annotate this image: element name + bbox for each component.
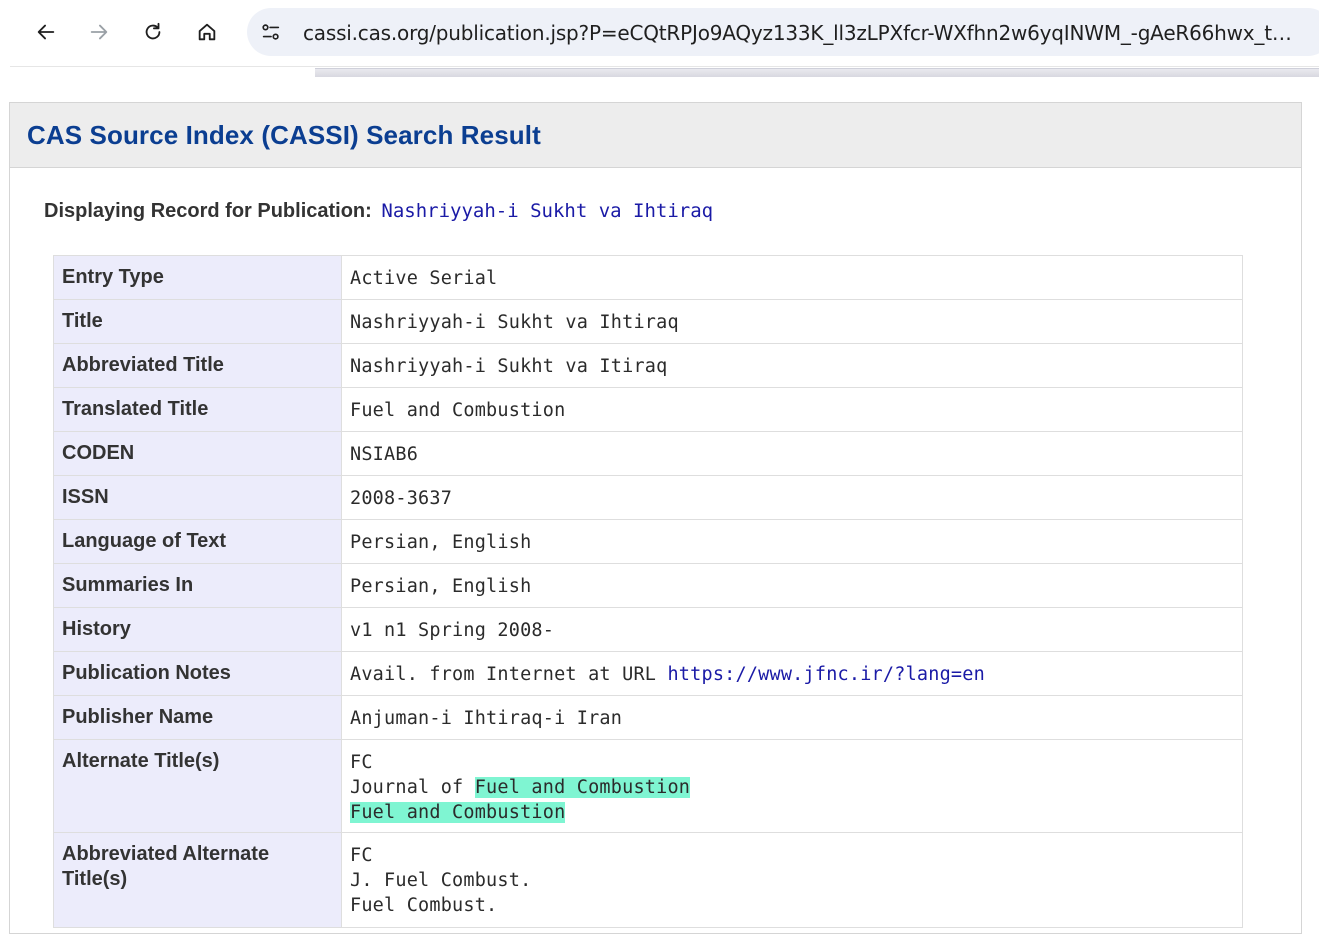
search-highlight: Fuel and Combustion [474,777,691,798]
address-bar[interactable]: cassi.cas.org/publication.jsp?P=eCQtRPJo… [247,8,1319,56]
record-table: Entry Type Active Serial Title Nashriyya… [53,255,1243,928]
field-label: Abbreviated Alternate Title(s) [53,832,342,928]
field-label: Publisher Name [53,695,342,740]
toolbar-divider [10,66,1319,67]
field-label: Translated Title [53,387,342,432]
field-label: Abbreviated Title [53,343,342,388]
alt-title-line: Journal of Fuel and Combustion [350,775,1234,800]
record-heading: Displaying Record for Publication: Nashr… [44,200,713,223]
field-value: FC J. Fuel Combust. Fuel Combust. [341,832,1243,928]
table-row: CODEN NSIAB6 [53,431,1243,476]
field-label: Publication Notes [53,651,342,696]
table-row: Alternate Title(s) FC Journal of Fuel an… [53,739,1243,833]
field-value: NSIAB6 [341,431,1243,476]
table-row: Abbreviated Alternate Title(s) FC J. Fue… [53,832,1243,928]
page-top-bar [315,68,1319,77]
url-text[interactable]: cassi.cas.org/publication.jsp?P=eCQtRPJo… [303,21,1303,45]
field-label: Language of Text [53,519,342,564]
reload-button[interactable] [135,14,171,50]
abbr-alt-title-line: Fuel Combust. [350,895,498,916]
field-value: Nashriyyah-i Sukht va Itiraq [341,343,1243,388]
table-row: Publisher Name Anjuman-i Ihtiraq-i Iran [53,695,1243,740]
reload-icon [145,22,161,40]
field-value: Active Serial [341,255,1243,300]
tune-icon [262,24,280,40]
arrow-left-icon [37,24,55,40]
publication-name: Nashriyyah-i Sukht va Ihtiraq [381,200,714,222]
table-row: History v1 n1 Spring 2008- [53,607,1243,652]
field-value: Persian, English [341,519,1243,564]
field-label: Alternate Title(s) [53,739,342,833]
alt-title-text: Journal of [350,777,475,798]
table-row: Translated Title Fuel and Combustion [53,387,1243,432]
site-info-button[interactable] [255,16,287,48]
field-label: Summaries In [53,563,342,608]
home-icon [198,23,216,41]
field-value: Fuel and Combustion [341,387,1243,432]
table-row: Title Nashriyyah-i Sukht va Ihtiraq [53,299,1243,344]
alt-title-line: FC [350,752,373,773]
table-row: Language of Text Persian, English [53,519,1243,564]
field-value: FC Journal of Fuel and Combustion Fuel a… [341,739,1243,833]
table-row: Summaries In Persian, English [53,563,1243,608]
forward-button[interactable] [81,14,117,50]
table-row: ISSN 2008-3637 [53,475,1243,520]
table-row: Publication Notes Avail. from Internet a… [53,651,1243,696]
field-label: History [53,607,342,652]
journal-url-link[interactable]: https://www.jfnc.ir/?lang=en [667,664,984,685]
search-highlight: Fuel and Combustion [350,802,566,823]
field-label: ISSN [53,475,342,520]
field-value: Persian, English [341,563,1243,608]
page-title: CAS Source Index (CASSI) Search Result [27,120,541,150]
notes-text: Avail. from Internet at URL [350,664,668,685]
table-row: Entry Type Active Serial [53,255,1243,300]
table-row: Abbreviated Title Nashriyyah-i Sukht va … [53,343,1243,388]
field-label: Entry Type [53,255,342,300]
field-label: CODEN [53,431,342,476]
field-value: v1 n1 Spring 2008- [341,607,1243,652]
record-heading-label: Displaying Record for Publication: [44,200,372,222]
home-button[interactable] [189,14,225,50]
abbr-alt-title-line: FC [350,845,373,866]
abbr-alt-title-line: J. Fuel Combust. [350,870,532,891]
browser-toolbar: cassi.cas.org/publication.jsp?P=eCQtRPJo… [0,0,1319,64]
back-button[interactable] [28,14,64,50]
field-value: 2008-3637 [341,475,1243,520]
field-label: Title [53,299,342,344]
alt-title-line: Fuel and Combustion [350,800,1234,825]
panel-header: CAS Source Index (CASSI) Search Result [10,103,1301,168]
field-value: Avail. from Internet at URL https://www.… [341,651,1243,696]
arrow-right-icon [90,24,108,40]
field-value: Anjuman-i Ihtiraq-i Iran [341,695,1243,740]
field-value: Nashriyyah-i Sukht va Ihtiraq [341,299,1243,344]
result-panel: CAS Source Index (CASSI) Search Result D… [9,102,1302,934]
